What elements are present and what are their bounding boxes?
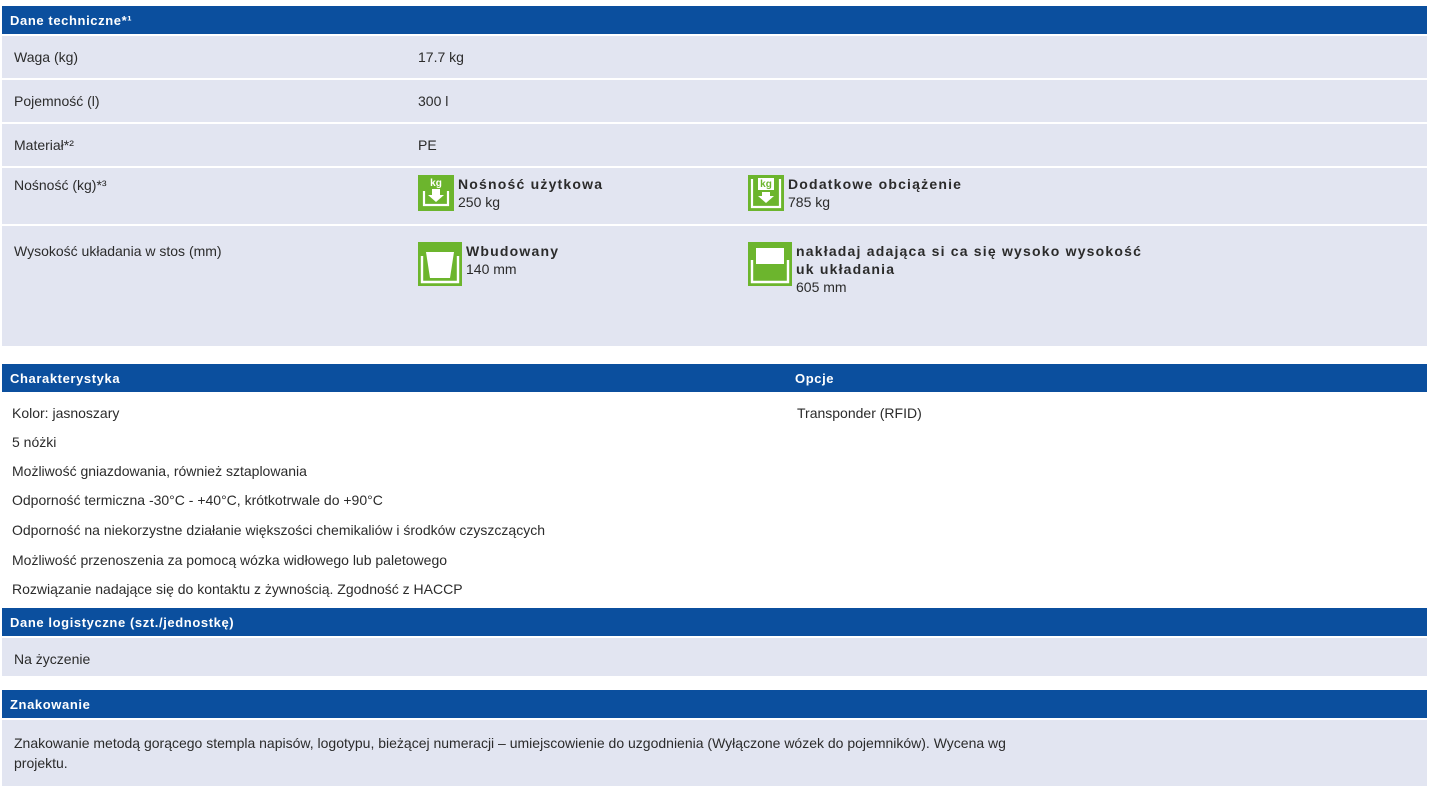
stack-value: 605 mm xyxy=(796,279,847,295)
marking-text-line2: projektu. xyxy=(14,755,68,771)
spec-row-load: Nośność (kg)*³ kg Nośność użytkowa 250 k… xyxy=(2,168,1427,224)
logistics-value: Na życzenie xyxy=(14,651,91,667)
characteristic-item: 5 nóżki xyxy=(12,434,57,450)
technical-data-header: Dane techniczne*¹ xyxy=(2,6,1427,34)
load-value: 785 kg xyxy=(788,194,831,210)
load-value: 250 kg xyxy=(458,194,501,210)
spec-row-capacity: Pojemność (l) 300 l xyxy=(2,80,1427,122)
characteristic-item: Możliwość gniazdowania, również sztaplow… xyxy=(12,463,307,479)
stack-title-line2: uk układania xyxy=(796,261,896,277)
nested-container-icon xyxy=(418,242,462,286)
spec-value: 17.7 kg xyxy=(418,49,464,65)
svg-text:kg: kg xyxy=(430,178,442,189)
marking-row: Znakowanie metodą gorącego stempla napis… xyxy=(2,720,1427,786)
spec-row-material: Materiał*² PE xyxy=(2,124,1427,166)
characteristic-item: Możliwość przenoszenia za pomocą wózka w… xyxy=(12,552,448,568)
kg-additional-load-icon: kg xyxy=(748,175,784,211)
spec-row-stacking: Wysokość układania w stos (mm) Wbudowany… xyxy=(2,226,1427,346)
characteristic-item: Odporność na niekorzystne działanie więk… xyxy=(12,522,545,538)
stacked-cell: nakładaj adająca si ca się wysoko wysoko… xyxy=(748,242,1142,296)
additional-load-cell: kg Dodatkowe obciążenie 785 kg xyxy=(748,175,962,211)
svg-text:kg: kg xyxy=(760,179,772,190)
stack-title: Wbudowany xyxy=(466,243,560,259)
marking-header: Znakowanie xyxy=(2,690,1427,718)
characteristics-header: Charakterystyka Opcje xyxy=(2,364,1427,392)
usable-load-cell: kg Nośność użytkowa 250 kg xyxy=(418,175,603,211)
spec-label: Materiał*² xyxy=(14,137,74,153)
stacked-container-icon xyxy=(748,242,792,286)
characteristics-title: Charakterystyka xyxy=(10,370,121,386)
kg-load-icon: kg xyxy=(418,175,454,211)
marking-text-line1: Znakowanie metodą gorącego stempla napis… xyxy=(14,735,1006,751)
characteristic-item: Kolor: jasnoszary xyxy=(12,405,120,421)
technical-data-title: Dane techniczne*¹ xyxy=(10,12,133,28)
logistics-title: Dane logistyczne (szt./jednostkę) xyxy=(10,614,235,630)
nested-cell: Wbudowany 140 mm xyxy=(418,242,559,286)
stack-title-line1: nakładaj adająca si ca się wysoko wysoko… xyxy=(796,243,1143,259)
logistics-header: Dane logistyczne (szt./jednostkę) xyxy=(2,608,1427,636)
spec-label: Wysokość układania w stos (mm) xyxy=(14,243,222,259)
load-title: Nośność użytkowa xyxy=(458,176,604,192)
spec-label: Nośność (kg)*³ xyxy=(14,177,107,193)
spec-value: PE xyxy=(418,137,437,153)
option-item: Transponder (RFID) xyxy=(797,405,922,421)
spec-label: Waga (kg) xyxy=(14,49,79,65)
spec-value: 300 l xyxy=(418,93,449,109)
spec-label: Pojemność (l) xyxy=(14,93,100,109)
logistics-row: Na życzenie xyxy=(2,638,1427,676)
stack-value: 140 mm xyxy=(466,261,517,277)
marking-title: Znakowanie xyxy=(10,696,91,712)
product-spec-page: Dane techniczne*¹ Waga (kg) 17.7 kg Poje… xyxy=(0,0,1429,789)
characteristic-item: Odporność termiczna -30°C - +40°C, krótk… xyxy=(12,492,383,508)
spec-row-weight: Waga (kg) 17.7 kg xyxy=(2,36,1427,78)
characteristic-item: Rozwiązanie nadające się do kontaktu z ż… xyxy=(12,581,463,597)
load-title: Dodatkowe obciążenie xyxy=(788,176,963,192)
options-title: Opcje xyxy=(795,370,835,386)
